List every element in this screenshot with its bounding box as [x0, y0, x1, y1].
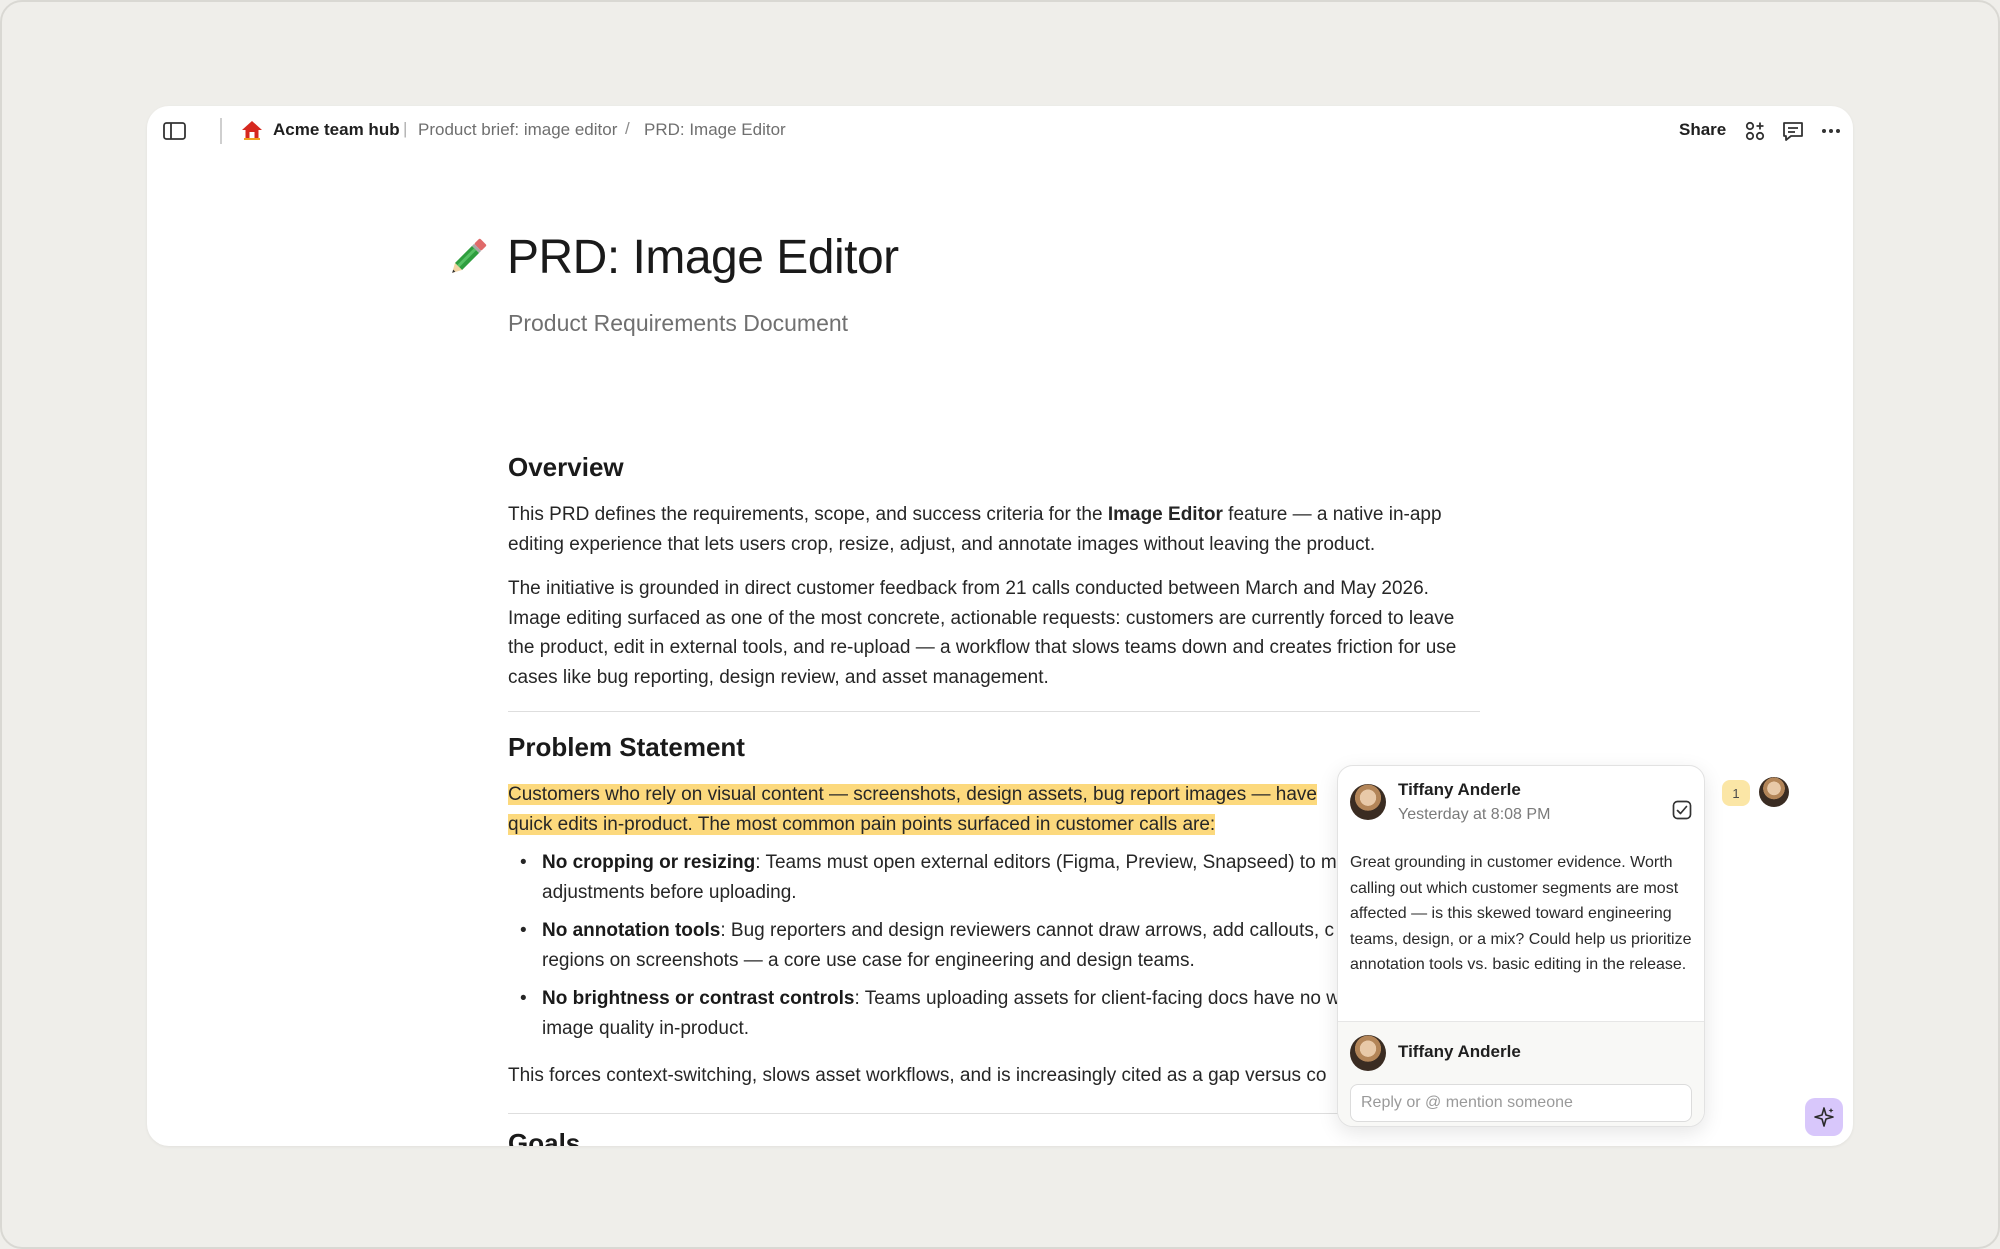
sparkle-icon: [1814, 1107, 1834, 1127]
ai-assistant-button[interactable]: [1805, 1098, 1843, 1136]
text-run: regions on screenshots — a core use case…: [542, 949, 1195, 971]
resolve-checkbox-icon[interactable]: [1671, 799, 1693, 821]
topbar-divider: [220, 118, 222, 144]
breadcrumb-item-product-brief[interactable]: Product brief: image editor: [418, 120, 617, 140]
apps-icon[interactable]: [1743, 119, 1767, 143]
text-run: This PRD defines the requirements, scope…: [508, 504, 1108, 525]
page-subtitle[interactable]: Product Requirements Document: [508, 310, 848, 337]
comment-body: Great grounding in customer evidence. Wo…: [1350, 854, 1692, 973]
sidebar-toggle-icon[interactable]: [161, 118, 189, 144]
breadcrumb-separator: |: [403, 119, 408, 138]
reply-input[interactable]: [1350, 1084, 1692, 1122]
highlight-line[interactable]: quick edits in-product. The most common …: [508, 813, 1216, 835]
comment-thread-popover: Tiffany Anderle Yesterday at 8:08 PM Gre…: [1337, 765, 1705, 1127]
comments-icon[interactable]: [1781, 119, 1805, 143]
bullet-title: No brightness or contrast controls: [542, 988, 855, 1009]
comment-count-badge[interactable]: 1: [1722, 780, 1750, 806]
comment-timestamp: Yesterday at 8:08 PM: [1398, 806, 1551, 823]
text-run: adjustments before uploading.: [542, 881, 797, 903]
text-run: image quality in-product.: [542, 1017, 749, 1039]
commenter-avatar[interactable]: [1759, 777, 1789, 807]
text-run: : Teams uploading assets for client-faci…: [854, 988, 1340, 1009]
pencil-icon[interactable]: [444, 235, 490, 281]
divider: [508, 711, 1480, 712]
text-run: : Bug reporters and design reviewers can…: [720, 920, 1334, 941]
bullet-title: No annotation tools: [542, 920, 721, 941]
bullet-title: No cropping or resizing: [542, 852, 756, 873]
avatar: [1350, 784, 1386, 820]
reply-area: Tiffany Anderle: [1338, 1021, 1704, 1126]
overview-paragraph-2[interactable]: The initiative is grounded in direct cus…: [508, 574, 1483, 692]
comment-author: Tiffany Anderle: [1398, 780, 1521, 799]
more-icon[interactable]: [1819, 119, 1843, 143]
house-icon: [240, 119, 264, 141]
heading-overview[interactable]: Overview: [508, 452, 624, 483]
reply-author: Tiffany Anderle: [1398, 1042, 1521, 1061]
page-title[interactable]: PRD: Image Editor: [507, 230, 899, 285]
breadcrumb-item-current-page[interactable]: PRD: Image Editor: [644, 120, 786, 140]
heading-goals[interactable]: Goals: [508, 1128, 580, 1146]
bold-text: Image Editor: [1107, 504, 1223, 525]
breadcrumb-separator: /: [625, 119, 630, 138]
highlight-line[interactable]: Customers who rely on visual content — s…: [508, 784, 1317, 805]
divider: [508, 1113, 1480, 1114]
workspace-name[interactable]: Acme team hub: [273, 120, 400, 140]
overview-paragraph-1[interactable]: This PRD defines the requirements, scope…: [508, 500, 1483, 559]
text-run: : Teams must open external editors (Figm…: [755, 852, 1337, 873]
top-bar: Acme team hub | Product brief: image edi…: [147, 106, 1853, 156]
heading-problem-statement[interactable]: Problem Statement: [508, 732, 745, 763]
app-window: Acme team hub | Product brief: image edi…: [147, 106, 1853, 1146]
avatar: [1350, 1035, 1386, 1071]
share-button[interactable]: Share: [1679, 120, 1726, 140]
